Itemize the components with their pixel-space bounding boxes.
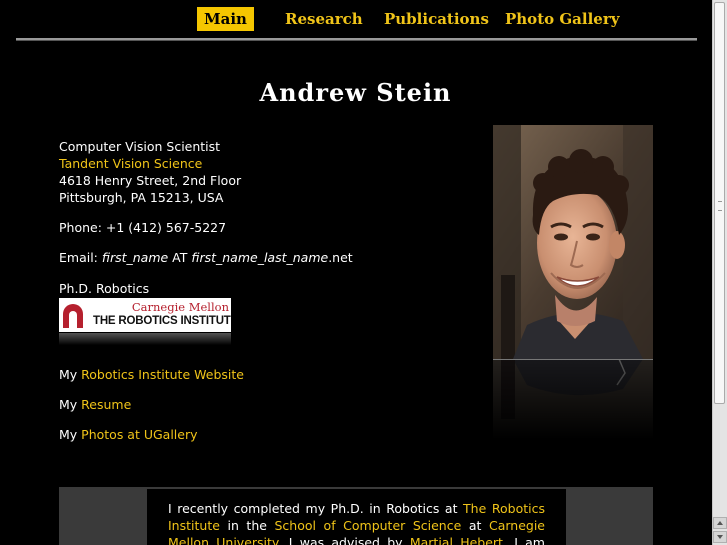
nav-photo-gallery[interactable]: Photo Gallery	[505, 7, 619, 31]
scroll-down-button[interactable]	[713, 531, 727, 543]
grip-icon	[718, 201, 722, 211]
vertical-scrollbar[interactable]	[712, 0, 727, 545]
email-user: first_name	[101, 250, 169, 265]
portrait-photo	[493, 125, 653, 359]
logo-ri-text: THE ROBOTICS INSTITUTE	[93, 315, 231, 327]
nav-publications[interactable]: Publications	[384, 7, 489, 31]
address-city: Pittsburgh, PA 15213, USA	[59, 190, 224, 205]
advisor-link[interactable]: Martial Hebert	[410, 535, 503, 545]
link-row-ugallery: My Photos at UGallery	[59, 426, 198, 443]
link-prefix: My	[59, 427, 82, 442]
bio-text-3: at	[461, 518, 489, 533]
scs-link[interactable]: School of Computer Science	[275, 518, 462, 533]
link-row-ri: My Robotics Institute Website	[59, 366, 244, 383]
link-row-resume: My Resume	[59, 396, 131, 413]
top-nav: Main Research Publications Photo Gallery	[16, 0, 697, 42]
reflection-illustration	[493, 359, 653, 439]
link-prefix: My	[59, 367, 82, 382]
logo-cmu-text: Carnegie Mellon	[131, 300, 229, 314]
email-address: Email: first_name AT first_name_last_nam…	[59, 249, 353, 266]
email-domain: first_name_last_name	[191, 250, 329, 265]
degree: Ph.D. Robotics	[59, 281, 150, 296]
email-at: AT	[168, 250, 192, 265]
contact-role: Computer Vision Scientist	[59, 139, 221, 154]
nav-research[interactable]: Research	[285, 7, 363, 31]
ri-arch-icon	[63, 304, 83, 328]
company-link[interactable]: Tandent Vision Science	[59, 155, 202, 172]
page-title: Andrew Stein	[259, 78, 452, 107]
logo-reflection	[59, 333, 231, 345]
robotics-institute-logo[interactable]: Carnegie Mellon THE ROBOTICS INSTITUTE	[59, 298, 231, 332]
portrait-illustration	[493, 125, 653, 359]
scroll-up-button[interactable]	[713, 517, 727, 529]
arrow-up-icon	[717, 521, 723, 525]
bio-text-4: . I was advised by	[277, 535, 410, 545]
robotics-institute-website-link[interactable]: Robotics Institute Website	[81, 367, 244, 382]
email-prefix: Email:	[59, 250, 102, 265]
bio-text: I recently completed my Ph.D. in Robotic…	[147, 489, 566, 545]
ugallery-link[interactable]: Photos at UGallery	[81, 427, 197, 442]
address-street: 4618 Henry Street, 2nd Floor	[59, 173, 242, 188]
link-prefix: My	[59, 397, 82, 412]
email-tld: .net	[328, 250, 353, 265]
nav-divider	[16, 38, 697, 41]
arrow-down-icon	[717, 535, 723, 539]
bio-text-2: in the	[219, 518, 275, 533]
nav-main[interactable]: Main	[197, 7, 254, 31]
phone-number: Phone: +1 (412) 567-5227	[59, 220, 227, 235]
scrollbar-thumb[interactable]	[714, 2, 725, 404]
resume-link[interactable]: Resume	[81, 397, 131, 412]
portrait-reflection	[493, 359, 653, 439]
bio-text-1: I recently completed my Ph.D. in Robotic…	[168, 501, 464, 516]
